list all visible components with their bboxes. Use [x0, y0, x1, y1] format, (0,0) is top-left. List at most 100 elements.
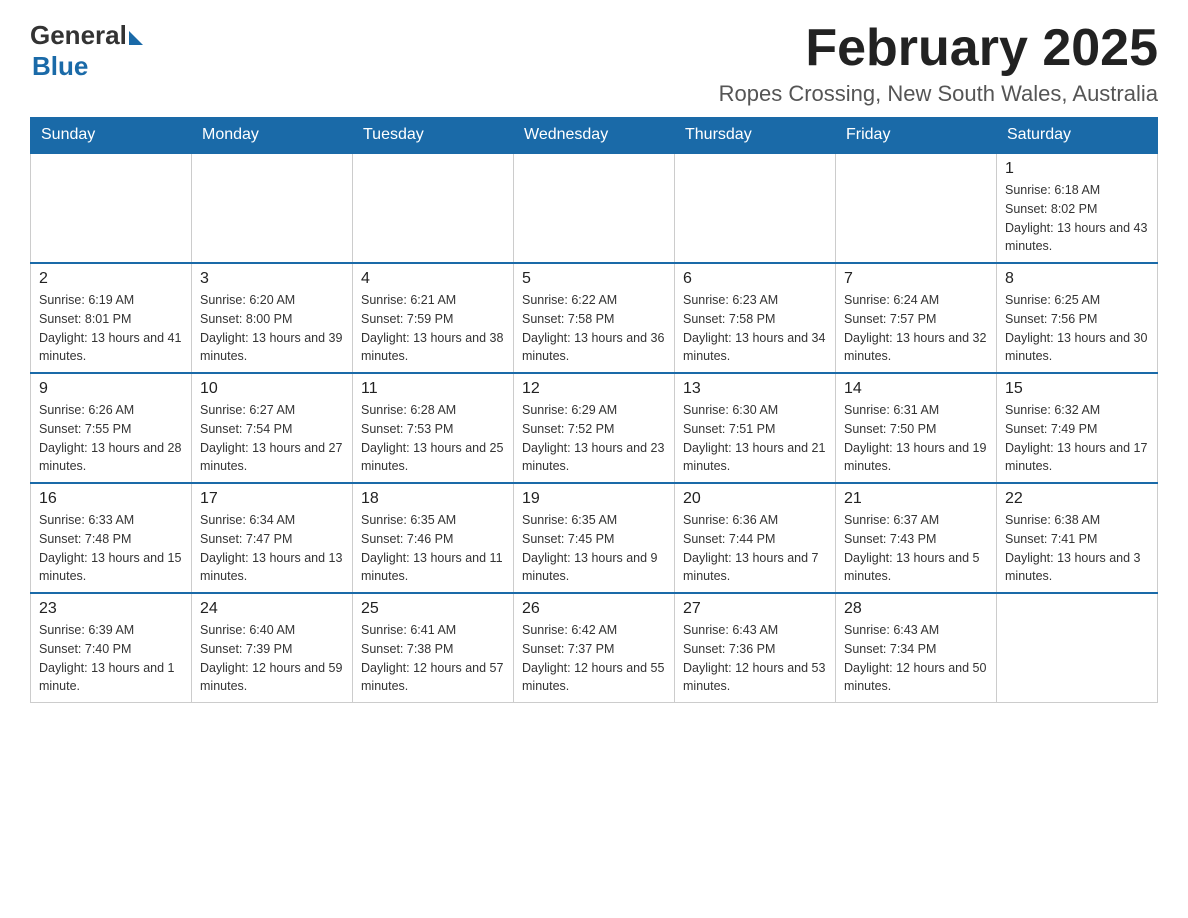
calendar-cell: 18 Sunrise: 6:35 AMSunset: 7:46 PMDayligh… [353, 483, 514, 593]
page-header: General Blue February 2025 Ropes Crossin… [30, 20, 1158, 107]
calendar-cell: 9 Sunrise: 6:26 AMSunset: 7:55 PMDaylight… [31, 373, 192, 483]
calendar-cell: 23Sunrise: 6:39 AMSunset: 7:40 PMDayligh… [31, 593, 192, 703]
day-number: 16 [39, 490, 183, 508]
calendar-cell: 8Sunrise: 6:25 AMSunset: 7:56 PMDaylight… [997, 263, 1158, 373]
day-number: 21 [844, 490, 988, 508]
logo: General Blue [30, 20, 143, 82]
calendar-header-monday: Monday [192, 118, 353, 154]
day-number: 18 [361, 490, 505, 508]
day-info: Sunrise: 6:27 AMSunset: 7:54 PMDaylight:… [200, 401, 344, 476]
day-info: Sunrise: 6:31 AMSunset: 7:50 PMDaylight:… [844, 401, 988, 476]
day-number: 19 [522, 490, 666, 508]
calendar-header-row: SundayMondayTuesdayWednesdayThursdayFrid… [31, 118, 1158, 154]
day-number: 20 [683, 490, 827, 508]
calendar-header-thursday: Thursday [675, 118, 836, 154]
calendar-header-saturday: Saturday [997, 118, 1158, 154]
title-area: February 2025 Ropes Crossing, New South … [719, 20, 1158, 107]
day-info: Sunrise: 6:22 AMSunset: 7:58 PMDaylight:… [522, 291, 666, 366]
day-number: 13 [683, 380, 827, 398]
day-info: Sunrise: 6:34 AMSunset: 7:47 PMDaylight:… [200, 511, 344, 586]
calendar-cell: 27 Sunrise: 6:43 AMSunset: 7:36 PMDayligh… [675, 593, 836, 703]
day-number: 10 [200, 380, 344, 398]
calendar-week-row: 9 Sunrise: 6:26 AMSunset: 7:55 PMDaylight… [31, 373, 1158, 483]
calendar-table: SundayMondayTuesdayWednesdayThursdayFrid… [30, 117, 1158, 703]
calendar-cell [353, 153, 514, 263]
calendar-week-row: 1 Sunrise: 6:18 AMSunset: 8:02 PMDaylight… [31, 153, 1158, 263]
day-info: Sunrise: 6:30 AMSunset: 7:51 PMDaylight:… [683, 401, 827, 476]
day-number: 23 [39, 600, 183, 618]
calendar-cell: 11 Sunrise: 6:28 AMSunset: 7:53 PMDayligh… [353, 373, 514, 483]
day-info: Sunrise: 6:35 AMSunset: 7:46 PMDaylight:… [361, 511, 505, 586]
calendar-cell [192, 153, 353, 263]
calendar-cell: 1 Sunrise: 6:18 AMSunset: 8:02 PMDaylight… [997, 153, 1158, 263]
day-info: Sunrise: 6:38 AMSunset: 7:41 PMDaylight:… [1005, 511, 1149, 586]
day-info: Sunrise: 6:36 AMSunset: 7:44 PMDaylight:… [683, 511, 827, 586]
day-info: Sunrise: 6:26 AMSunset: 7:55 PMDaylight:… [39, 401, 183, 476]
calendar-cell: 20 Sunrise: 6:36 AMSunset: 7:44 PMDayligh… [675, 483, 836, 593]
day-info: Sunrise: 6:20 AMSunset: 8:00 PMDaylight:… [200, 291, 344, 366]
day-info: Sunrise: 6:32 AMSunset: 7:49 PMDaylight:… [1005, 401, 1149, 476]
day-number: 27 [683, 600, 827, 618]
calendar-cell: 26Sunrise: 6:42 AMSunset: 7:37 PMDayligh… [514, 593, 675, 703]
day-number: 5 [522, 270, 666, 288]
calendar-cell [675, 153, 836, 263]
calendar-cell: 25Sunrise: 6:41 AMSunset: 7:38 PMDayligh… [353, 593, 514, 703]
location-subtitle: Ropes Crossing, New South Wales, Austral… [719, 81, 1158, 107]
day-number: 6 [683, 270, 827, 288]
day-number: 2 [39, 270, 183, 288]
day-info: Sunrise: 6:37 AMSunset: 7:43 PMDaylight:… [844, 511, 988, 586]
calendar-cell [31, 153, 192, 263]
calendar-cell: 14 Sunrise: 6:31 AMSunset: 7:50 PMDayligh… [836, 373, 997, 483]
day-number: 25 [361, 600, 505, 618]
logo-general-text: General [30, 20, 127, 51]
day-info: Sunrise: 6:43 AMSunset: 7:34 PMDaylight:… [844, 621, 988, 696]
day-number: 24 [200, 600, 344, 618]
day-number: 1 [1005, 160, 1149, 178]
calendar-cell: 4 Sunrise: 6:21 AMSunset: 7:59 PMDaylight… [353, 263, 514, 373]
calendar-header-sunday: Sunday [31, 118, 192, 154]
calendar-cell: 17 Sunrise: 6:34 AMSunset: 7:47 PMDayligh… [192, 483, 353, 593]
calendar-cell: 22 Sunrise: 6:38 AMSunset: 7:41 PMDayligh… [997, 483, 1158, 593]
day-number: 17 [200, 490, 344, 508]
calendar-cell [997, 593, 1158, 703]
calendar-cell: 10 Sunrise: 6:27 AMSunset: 7:54 PMDayligh… [192, 373, 353, 483]
day-number: 7 [844, 270, 988, 288]
day-info: Sunrise: 6:43 AMSunset: 7:36 PMDaylight:… [683, 621, 827, 696]
calendar-cell: 5 Sunrise: 6:22 AMSunset: 7:58 PMDaylight… [514, 263, 675, 373]
calendar-cell: 7 Sunrise: 6:24 AMSunset: 7:57 PMDaylight… [836, 263, 997, 373]
calendar-cell: 2 Sunrise: 6:19 AMSunset: 8:01 PMDaylight… [31, 263, 192, 373]
calendar-cell: 19 Sunrise: 6:35 AMSunset: 7:45 PMDayligh… [514, 483, 675, 593]
day-info: Sunrise: 6:23 AMSunset: 7:58 PMDaylight:… [683, 291, 827, 366]
calendar-header-friday: Friday [836, 118, 997, 154]
calendar-header-wednesday: Wednesday [514, 118, 675, 154]
calendar-cell: 16 Sunrise: 6:33 AMSunset: 7:48 PMDayligh… [31, 483, 192, 593]
day-info: Sunrise: 6:24 AMSunset: 7:57 PMDaylight:… [844, 291, 988, 366]
day-number: 28 [844, 600, 988, 618]
day-number: 22 [1005, 490, 1149, 508]
month-year-title: February 2025 [719, 20, 1158, 77]
day-number: 15 [1005, 380, 1149, 398]
calendar-cell: 15 Sunrise: 6:32 AMSunset: 7:49 PMDayligh… [997, 373, 1158, 483]
day-info: Sunrise: 6:35 AMSunset: 7:45 PMDaylight:… [522, 511, 666, 586]
calendar-week-row: 2 Sunrise: 6:19 AMSunset: 8:01 PMDaylight… [31, 263, 1158, 373]
calendar-cell: 13 Sunrise: 6:30 AMSunset: 7:51 PMDayligh… [675, 373, 836, 483]
day-info: Sunrise: 6:33 AMSunset: 7:48 PMDaylight:… [39, 511, 183, 586]
day-info: Sunrise: 6:18 AMSunset: 8:02 PMDaylight:… [1005, 181, 1149, 256]
day-number: 26 [522, 600, 666, 618]
day-number: 4 [361, 270, 505, 288]
day-number: 14 [844, 380, 988, 398]
calendar-week-row: 23Sunrise: 6:39 AMSunset: 7:40 PMDayligh… [31, 593, 1158, 703]
day-info: Sunrise: 6:29 AMSunset: 7:52 PMDaylight:… [522, 401, 666, 476]
day-info: Sunrise: 6:19 AMSunset: 8:01 PMDaylight:… [39, 291, 183, 366]
calendar-header-tuesday: Tuesday [353, 118, 514, 154]
day-number: 9 [39, 380, 183, 398]
day-info: Sunrise: 6:28 AMSunset: 7:53 PMDaylight:… [361, 401, 505, 476]
day-number: 12 [522, 380, 666, 398]
calendar-cell: 3 Sunrise: 6:20 AMSunset: 8:00 PMDaylight… [192, 263, 353, 373]
day-number: 11 [361, 380, 505, 398]
day-info: Sunrise: 6:21 AMSunset: 7:59 PMDaylight:… [361, 291, 505, 366]
day-number: 3 [200, 270, 344, 288]
day-number: 8 [1005, 270, 1149, 288]
calendar-cell: 21 Sunrise: 6:37 AMSunset: 7:43 PMDayligh… [836, 483, 997, 593]
calendar-cell: 24Sunrise: 6:40 AMSunset: 7:39 PMDayligh… [192, 593, 353, 703]
